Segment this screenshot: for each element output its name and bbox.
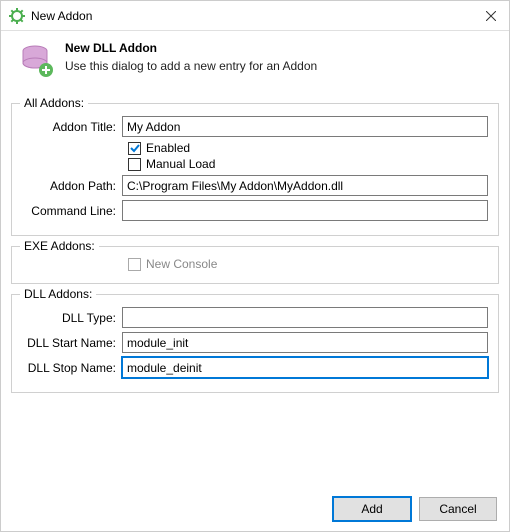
window-title: New Addon: [31, 9, 481, 23]
dll-start-input[interactable]: [122, 332, 488, 353]
header-subtitle: Use this dialog to add a new entry for a…: [65, 59, 317, 73]
addon-path-input[interactable]: [122, 175, 488, 196]
checkbox-checked-icon: [128, 142, 141, 155]
manual-load-label: Manual Load: [146, 157, 215, 171]
titlebar: New Addon: [1, 1, 509, 31]
dll-start-label: DLL Start Name:: [22, 336, 122, 350]
header-title: New DLL Addon: [65, 41, 317, 55]
addon-title-label: Addon Title:: [22, 120, 122, 134]
new-console-label: New Console: [146, 257, 217, 271]
manual-load-checkbox[interactable]: Manual Load: [128, 157, 488, 171]
database-add-icon: [19, 43, 55, 79]
group-exe-legend: EXE Addons:: [20, 239, 99, 253]
dll-type-input[interactable]: [122, 307, 488, 328]
command-line-input[interactable]: [122, 200, 488, 221]
cancel-button[interactable]: Cancel: [419, 497, 497, 521]
close-button[interactable]: [481, 8, 501, 24]
dll-stop-label: DLL Stop Name:: [22, 361, 122, 375]
checkbox-unchecked-icon: [128, 158, 141, 171]
command-line-label: Command Line:: [22, 204, 122, 218]
group-dll-legend: DLL Addons:: [20, 287, 96, 301]
dialog-header: New DLL Addon Use this dialog to add a n…: [1, 31, 509, 93]
enabled-label: Enabled: [146, 141, 190, 155]
new-console-checkbox: New Console: [128, 257, 488, 271]
checkbox-disabled-icon: [128, 258, 141, 271]
addon-path-label: Addon Path:: [22, 179, 122, 193]
group-all-addons: All Addons: Addon Title: Enabled Manual …: [11, 103, 499, 236]
dll-type-label: DLL Type:: [22, 311, 122, 325]
group-exe-addons: EXE Addons: New Console: [11, 246, 499, 284]
add-button[interactable]: Add: [333, 497, 411, 521]
button-row: Add Cancel: [333, 497, 497, 521]
enabled-checkbox[interactable]: Enabled: [128, 141, 488, 155]
group-all-legend: All Addons:: [20, 96, 88, 110]
dll-stop-input[interactable]: [122, 357, 488, 378]
addon-title-input[interactable]: [122, 116, 488, 137]
group-dll-addons: DLL Addons: DLL Type: DLL Start Name: DL…: [11, 294, 499, 393]
gear-icon: [9, 8, 25, 24]
